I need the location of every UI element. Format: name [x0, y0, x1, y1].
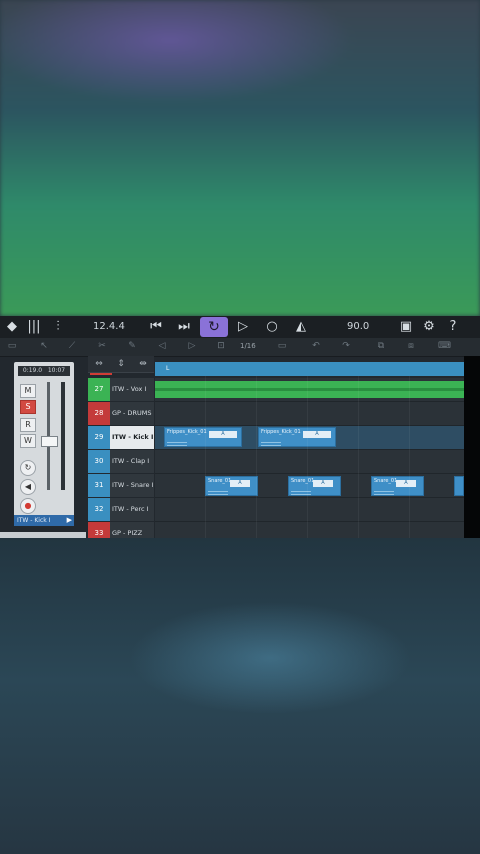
track-row[interactable]: 32 ITW - Perc I: [88, 498, 154, 521]
collapse-icon[interactable]: ⇔: [92, 358, 106, 370]
track-lane[interactable]: [155, 522, 464, 538]
channel-time-display: 0:19.0 10:07: [18, 366, 70, 376]
track-number: 27: [88, 378, 110, 401]
mute-button[interactable]: M: [20, 384, 36, 398]
track-name[interactable]: GP - PIZZ: [110, 522, 154, 538]
play-icon[interactable]: ▷: [235, 319, 251, 335]
volume-fader-handle[interactable]: [41, 436, 58, 447]
track-number: 28: [88, 402, 110, 425]
solo-button[interactable]: S: [20, 400, 36, 414]
track-lane[interactable]: Snare_01 A Snare_01 A Snare_01 A: [155, 474, 464, 498]
paste-icon[interactable]: ⧈: [405, 341, 417, 352]
expand-icon[interactable]: ⇕: [114, 358, 128, 370]
keyboard-icon[interactable]: ⌨: [438, 341, 451, 352]
tempo-display[interactable]: 90.0: [347, 320, 369, 334]
channel-strip: 0:19.0 10:07 M S R W ↻ ◀ ● ITW - Kick I …: [14, 362, 74, 526]
track-lane-selected[interactable]: Frippes_Kick_01 A Frippes_Kick_01 A: [155, 426, 464, 450]
write-automation-button[interactable]: W: [20, 434, 36, 448]
copy-icon[interactable]: ⧉: [375, 341, 387, 352]
track-row[interactable]: 33 GP - PIZZ: [88, 522, 154, 538]
track-number: 30: [88, 450, 110, 473]
read-automation-button[interactable]: R: [20, 418, 36, 432]
channel-bottom-bar: [0, 532, 86, 538]
track-lane[interactable]: [155, 402, 464, 426]
redo-icon[interactable]: ↷: [340, 341, 352, 352]
track-name[interactable]: ITW - Vox I: [110, 378, 154, 401]
grid-line: [358, 376, 359, 538]
snare-clip[interactable]: Snare_01 A: [371, 476, 424, 496]
grid-line: [205, 376, 206, 538]
lock-icon[interactable]: ▣: [398, 319, 414, 335]
metronome-icon[interactable]: ◭: [293, 319, 309, 335]
record-arm-icon[interactable]: ●: [20, 498, 36, 514]
fit-icon[interactable]: ⇹: [136, 358, 150, 370]
split-tool-icon[interactable]: ✂: [96, 341, 108, 352]
track-number: 32: [88, 498, 110, 521]
mixer-icon[interactable]: |||: [26, 319, 42, 335]
monitor-icon[interactable]: ↻: [20, 460, 36, 476]
track-number: 29: [88, 426, 110, 449]
snare-clip[interactable]: [454, 476, 464, 496]
position-display[interactable]: 12.4.4: [93, 320, 125, 334]
track-name[interactable]: ITW - Clap I: [110, 450, 154, 473]
logo-icon[interactable]: ◆: [4, 319, 20, 335]
forward-to-end-icon[interactable]: ⏭: [176, 319, 192, 335]
record-icon[interactable]: ○: [264, 319, 280, 335]
panel-icon[interactable]: ▭: [6, 341, 18, 352]
loop-start-marker[interactable]: L: [166, 366, 174, 372]
track-number: 33: [88, 522, 110, 538]
nudge-left-icon[interactable]: ◁: [156, 341, 168, 352]
rewind-to-start-icon[interactable]: ⏮: [148, 319, 164, 335]
blurred-background-bottom: [0, 538, 480, 854]
track-number: 31: [88, 474, 110, 497]
snare-clip[interactable]: Snare_01 A: [205, 476, 258, 496]
edit-toolbar: ▭ ↖ ⟋ ✂ ✎ ◁ ▷ ⊡ 1/16 ▭ ↶ ↷ ⧉ ⧈ ⌨: [0, 338, 480, 357]
arrow-tool-icon[interactable]: ↖: [38, 341, 50, 352]
timeline-ruler[interactable]: [155, 362, 464, 376]
grid-line: [307, 376, 308, 538]
zoom-icon[interactable]: ▭: [276, 341, 288, 352]
track-name[interactable]: GP - DRUMS: [110, 402, 154, 425]
loop-icon[interactable]: ↻: [200, 317, 228, 337]
draw-tool-icon[interactable]: ✎: [126, 341, 138, 352]
track-row[interactable]: 27 ITW - Vox I: [88, 378, 154, 401]
transport-toolbar: ◆ ||| ⫶ 12.4.4 ⏮ ⏭ ↻ ▷ ○ ◭ 90.0 ▣ ⚙ ?: [0, 316, 480, 338]
track-row[interactable]: 31 ITW - Snare I: [88, 474, 154, 497]
range-tool-icon[interactable]: ⟋: [66, 341, 78, 352]
level-meter: [61, 382, 65, 490]
track-name[interactable]: ITW - Snare I: [110, 474, 154, 497]
channel-name[interactable]: ITW - Kick I ▶: [14, 515, 74, 526]
kick-clip[interactable]: Frippes_Kick_01 A: [258, 427, 336, 447]
snap-icon[interactable]: ⊡: [215, 341, 227, 352]
track-lane[interactable]: [155, 378, 464, 402]
track-row[interactable]: 28 GP - DRUMS: [88, 402, 154, 425]
kick-clip[interactable]: Frippes_Kick_01 A: [164, 427, 242, 447]
quantize-value[interactable]: 1/16: [240, 341, 256, 352]
gear-icon[interactable]: ⚙: [421, 319, 437, 335]
speaker-icon[interactable]: ◀: [20, 479, 36, 495]
right-edge-bar: [464, 356, 480, 538]
snare-clip[interactable]: Snare_01 A: [288, 476, 341, 496]
grid-line: [256, 376, 257, 538]
undo-icon[interactable]: ↶: [310, 341, 322, 352]
eq-icon[interactable]: ⫶: [50, 319, 66, 335]
nudge-right-icon[interactable]: ▷: [186, 341, 198, 352]
track-name[interactable]: ITW - Perc I: [110, 498, 154, 521]
track-header-tools: ⇔ ⇕ ⇹: [88, 356, 154, 373]
help-icon[interactable]: ?: [445, 319, 461, 335]
blurred-background-top: [0, 0, 480, 316]
track-row-selected[interactable]: 29 ITW - Kick I: [88, 426, 154, 449]
daw-app: ◆ ||| ⫶ 12.4.4 ⏮ ⏭ ↻ ▷ ○ ◭ 90.0 ▣ ⚙ ? ▭ …: [0, 316, 480, 538]
track-lane[interactable]: [155, 498, 464, 522]
record-indicator: [90, 373, 112, 375]
channel-play-icon[interactable]: ▶: [67, 516, 72, 525]
track-name[interactable]: ITW - Kick I: [110, 426, 154, 449]
track-lane[interactable]: [155, 450, 464, 474]
grid-line: [409, 376, 410, 538]
track-row[interactable]: 30 ITW - Clap I: [88, 450, 154, 473]
audio-region-vox[interactable]: [155, 381, 464, 398]
